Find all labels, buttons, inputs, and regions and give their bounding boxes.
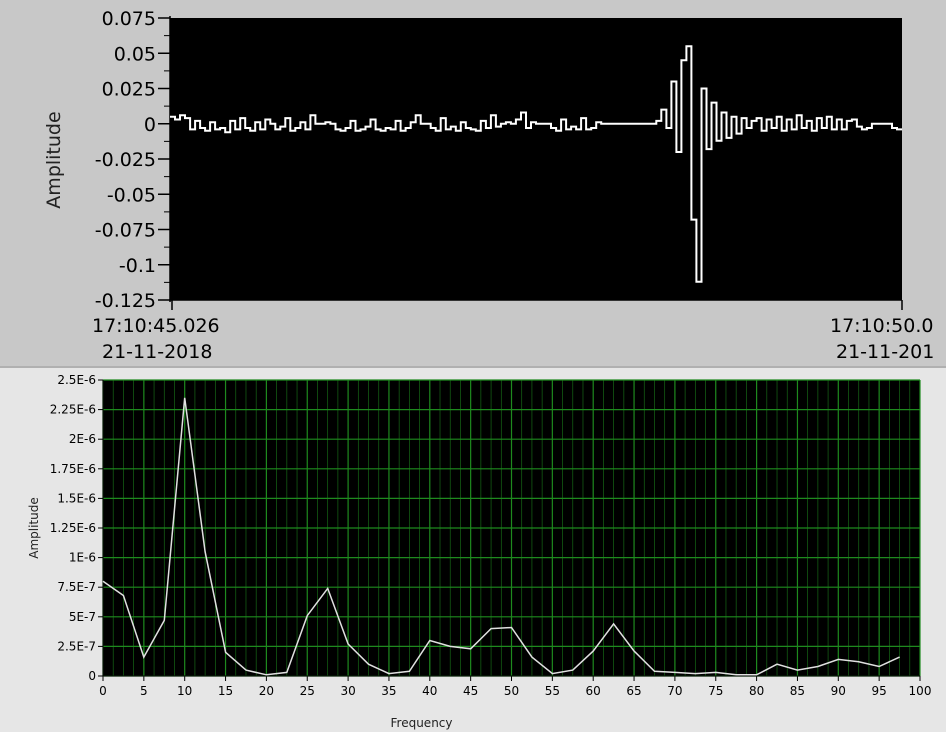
y-tick-label: -0.025 bbox=[95, 149, 156, 171]
y-tick-label: 5E-7 bbox=[69, 610, 96, 624]
x-tick-label: 50 bbox=[504, 684, 519, 698]
y-tick-label: 1.75E-6 bbox=[50, 462, 96, 476]
y-tick-label: -0.05 bbox=[107, 184, 156, 206]
x-tick-label: 90 bbox=[831, 684, 846, 698]
x-tick-label: 15 bbox=[218, 684, 233, 698]
x-end-time-label: 17:10:50.0 bbox=[830, 315, 934, 337]
y-tick-label: 0 bbox=[144, 114, 156, 136]
x-start-date-label: 21-11-2018 bbox=[102, 341, 213, 363]
y-tick-label: -0.125 bbox=[95, 290, 156, 312]
x-tick-label: 100 bbox=[909, 684, 932, 698]
x-tick-label: 65 bbox=[626, 684, 641, 698]
x-tick-label: 70 bbox=[667, 684, 682, 698]
y-tick-label: -0.1 bbox=[119, 255, 156, 277]
x-tick-label: 60 bbox=[586, 684, 601, 698]
x-start-time-label: 17:10:45.026 bbox=[92, 315, 220, 337]
x-tick-label: 45 bbox=[463, 684, 478, 698]
x-tick-label: 25 bbox=[300, 684, 315, 698]
frequency-domain-chart: 0 5 10 15 20 25 30 35 40 45 50 55 60 65 70 75 80 85 90 95 10… bbox=[0, 366, 946, 732]
y-tick-label: 7.5E-7 bbox=[57, 580, 96, 594]
time-domain-plot: 0.075 0.05 0.025 0 -0.025 -0.05 -0.075 -0.1 -0.1… bbox=[43, 8, 903, 312]
x-tick-label: 5 bbox=[140, 684, 148, 698]
y-tick-label: 2.25E-6 bbox=[50, 403, 96, 417]
y-tick-label: 0.075 bbox=[102, 8, 156, 30]
x-tick-label: 85 bbox=[790, 684, 805, 698]
x-tick-label: 40 bbox=[422, 684, 437, 698]
y-tick-label: 1E-6 bbox=[69, 551, 96, 565]
x-axis-title: Frequency bbox=[391, 716, 453, 730]
y-tick-label: 1.25E-6 bbox=[50, 521, 96, 535]
frequency-spectrum-plot: 0 5 10 15 20 25 30 35 40 45 50 55 60 65 70 75 80 85 90 95 10… bbox=[27, 373, 932, 730]
y-tick-label: 2E-6 bbox=[69, 432, 96, 446]
y-tick-label: 0.025 bbox=[102, 79, 156, 101]
y-tick-label: 0 bbox=[88, 669, 96, 683]
x-tick-label: 95 bbox=[872, 684, 887, 698]
x-tick-label: 55 bbox=[545, 684, 560, 698]
x-tick-label: 80 bbox=[749, 684, 764, 698]
x-tick-label: 0 bbox=[99, 684, 107, 698]
x-tick-label: 75 bbox=[708, 684, 723, 698]
y-tick-label: -0.075 bbox=[95, 220, 156, 242]
y-axis-title: Amplitude bbox=[27, 497, 41, 559]
x-tick-label: 35 bbox=[381, 684, 396, 698]
time-domain-chart: 0.075 0.05 0.025 0 -0.025 -0.05 -0.075 -0.1 -0.1… bbox=[0, 0, 946, 366]
x-tick-label: 10 bbox=[177, 684, 192, 698]
x-tick-label: 20 bbox=[259, 684, 274, 698]
y-tick-label: 2.5E-7 bbox=[57, 639, 96, 653]
y-tick-label: 1.5E-6 bbox=[57, 491, 96, 505]
y-axis-title: Amplitude bbox=[43, 111, 65, 208]
x-tick-label: 30 bbox=[340, 684, 355, 698]
plot-area bbox=[170, 18, 902, 300]
x-end-date-label: 21-11-201 bbox=[836, 341, 935, 363]
y-tick-label: 0.05 bbox=[114, 43, 156, 65]
y-tick-label: 2.5E-6 bbox=[57, 373, 96, 387]
